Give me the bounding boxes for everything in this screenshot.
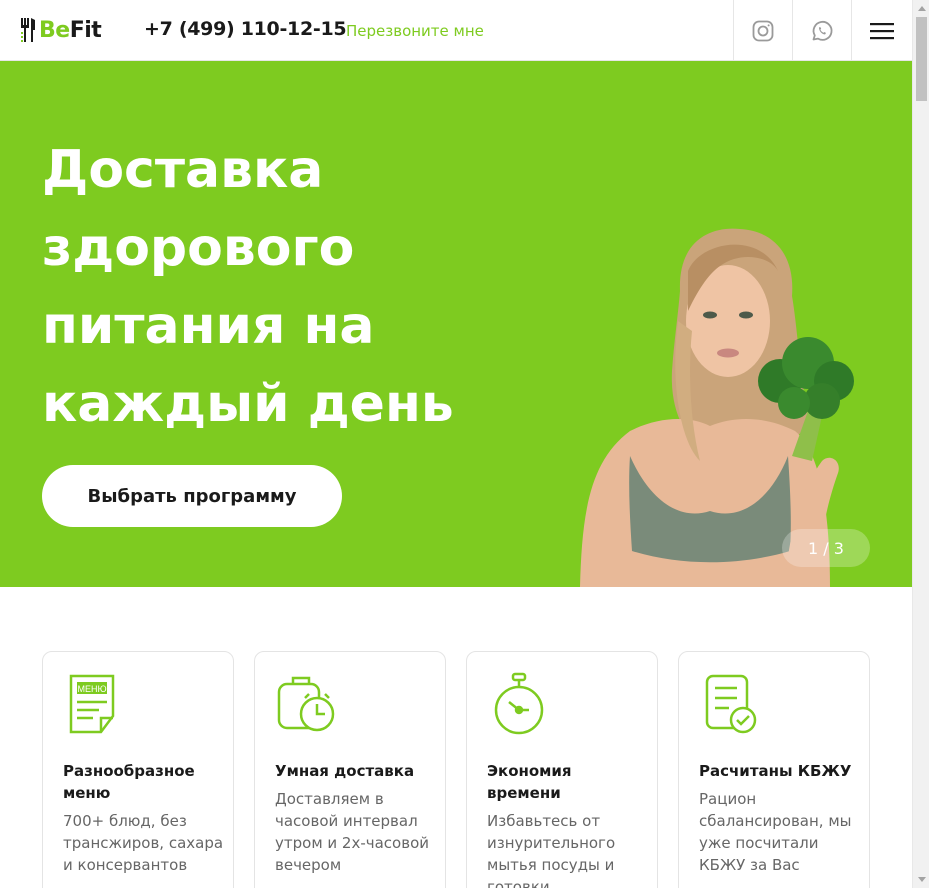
instagram-icon xyxy=(752,20,774,41)
menu-document-icon: МЕНЮ xyxy=(69,674,115,734)
feature-description: Избавьтесь от изнурительного мытья посуд… xyxy=(487,812,616,888)
feature-description: Рацион сбалансирован, мы уже посчитали К… xyxy=(699,790,852,874)
features-section: МЕНЮ Разнообразное меню 700+ блюд, без т… xyxy=(42,651,870,888)
hero-title: Доставка здорового питания на каждый ден… xyxy=(42,140,454,434)
hamburger-menu-icon xyxy=(870,22,894,39)
feature-description: 700+ блюд, без трансжиров, сахара и конс… xyxy=(63,812,224,874)
hero-banner: Доставка здорового питания на каждый ден… xyxy=(0,61,912,587)
instagram-button[interactable] xyxy=(733,0,792,61)
phone-link[interactable]: +7 (499) 110-12-15 xyxy=(144,18,347,40)
menu-icon-label: МЕНЮ xyxy=(77,684,106,694)
menu-button[interactable] xyxy=(851,0,912,61)
logo[interactable]: BeFit xyxy=(20,16,102,44)
bag-clock-icon xyxy=(277,676,335,732)
feature-title: Умная доставка xyxy=(275,762,415,780)
stopwatch-icon xyxy=(494,672,544,735)
page-scrollbar[interactable] xyxy=(912,0,929,888)
site-header: BeFit +7 (499) 110-12-15 Перезвоните мне xyxy=(0,0,912,61)
scroll-down-arrow-icon[interactable] xyxy=(913,871,929,888)
feature-card: Экономия времени Избавьтесь от изнурител… xyxy=(466,651,658,888)
feature-title: Расчитаны КБЖУ xyxy=(699,762,852,780)
slide-counter: 1 / 3 xyxy=(782,529,870,567)
choose-program-button[interactable]: Выбрать программу xyxy=(42,465,342,527)
feature-card: Расчитаны КБЖУ Рацион сбалансирован, мы … xyxy=(678,651,870,888)
scroll-up-arrow-icon[interactable] xyxy=(913,0,929,17)
checklist-icon xyxy=(705,674,757,734)
whatsapp-icon xyxy=(812,20,833,41)
feature-description: Доставляем в часовой интервал утром и 2х… xyxy=(275,790,429,874)
whatsapp-button[interactable] xyxy=(792,0,851,61)
callback-link[interactable]: Перезвоните мне xyxy=(346,22,484,40)
logo-fit: Fit xyxy=(69,17,102,43)
logo-be: Be xyxy=(39,17,70,43)
feature-title: Разнообразное меню xyxy=(63,762,195,802)
fork-knife-icon xyxy=(21,18,35,42)
feature-title: Экономия времени xyxy=(487,762,572,802)
scrollbar-thumb[interactable] xyxy=(916,17,927,101)
feature-card: Умная доставка Доставляем в часовой инте… xyxy=(254,651,446,888)
logo-text: BeFit xyxy=(39,17,102,43)
feature-card: МЕНЮ Разнообразное меню 700+ блюд, без т… xyxy=(42,651,234,888)
